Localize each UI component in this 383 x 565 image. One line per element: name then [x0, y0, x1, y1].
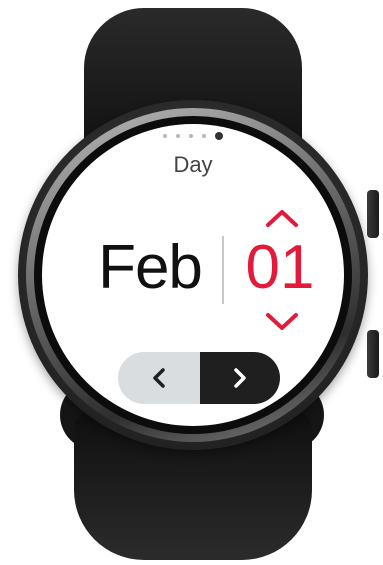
watch-device: Day Feb 01 [0, 0, 383, 565]
screen-title: Day [173, 152, 213, 177]
page-dot [189, 134, 193, 138]
day-value[interactable]: 01 [240, 237, 320, 299]
next-button[interactable] [200, 352, 280, 404]
chevron-up-icon [266, 210, 298, 227]
page-indicator [42, 132, 344, 140]
previous-button[interactable] [118, 352, 200, 404]
chevron-left-icon [153, 368, 165, 388]
watch-screen: Day Feb 01 [42, 124, 344, 426]
decrement-day-button[interactable] [262, 310, 302, 334]
navigation-control [118, 352, 280, 404]
watch-crown-top[interactable] [367, 190, 379, 238]
increment-day-button[interactable] [262, 206, 302, 230]
page-dot [163, 134, 167, 138]
chevron-down-icon [266, 313, 298, 330]
page-dot [202, 134, 206, 138]
page-dot [176, 134, 180, 138]
month-value[interactable]: Feb [86, 237, 214, 299]
chevron-right-icon [234, 368, 246, 388]
watch-crown-bottom[interactable] [367, 330, 379, 378]
picker-divider [222, 236, 224, 304]
page-dot-active [215, 132, 223, 140]
